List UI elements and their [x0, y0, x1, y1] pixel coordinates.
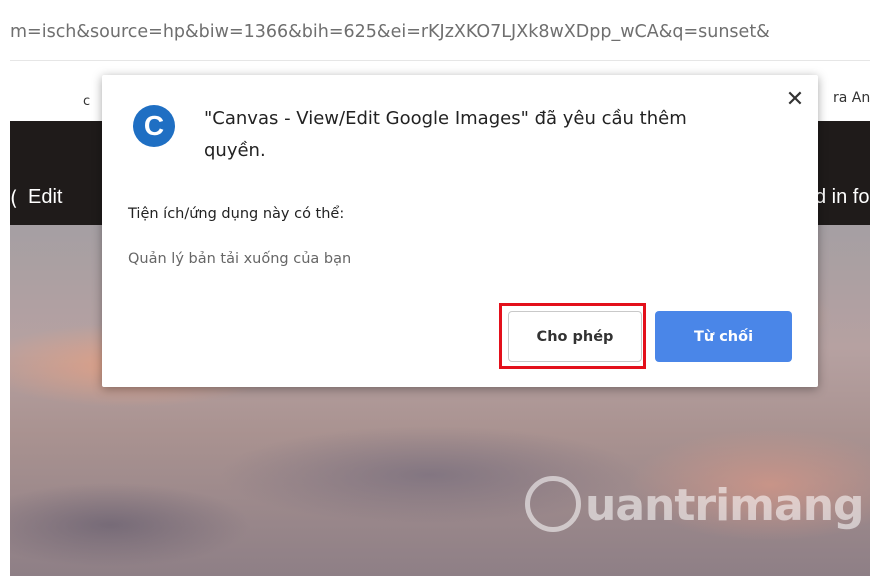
bookmark-item-left[interactable]: c [83, 94, 90, 109]
address-bar[interactable]: m=isch&source=hp&biw=1366&bih=625&ei=rKJ… [10, 10, 870, 61]
close-icon[interactable]: ✕ [782, 87, 808, 113]
permission-item: Quản lý bản tải xuống của bạn [128, 251, 352, 267]
watermark-text: uantrimang [585, 480, 865, 531]
edit-menu[interactable]: Edit [28, 186, 62, 209]
bookmark-item-right[interactable]: ra And... [833, 90, 870, 106]
watermark: uantrimang [525, 476, 865, 560]
toolbar-right-label[interactable]: d in fo [815, 186, 869, 209]
canvas-app-icon: C [133, 105, 175, 147]
allow-button[interactable]: Cho phép [508, 311, 642, 362]
lightbulb-logo-icon [525, 476, 581, 532]
deny-button[interactable]: Từ chối [655, 311, 792, 362]
dialog-title: "Canvas - View/Edit Google Images" đã yê… [204, 108, 687, 161]
toolbar-left-mark: ( [10, 186, 18, 210]
url-text[interactable]: m=isch&source=hp&biw=1366&bih=625&ei=rKJ… [10, 22, 770, 42]
browser-window: m=isch&source=hp&biw=1366&bih=625&ei=rKJ… [10, 10, 870, 576]
permission-dialog: C "Canvas - View/Edit Google Images" đã … [102, 75, 818, 387]
permissions-heading: Tiện ích/ứng dụng này có thể: [128, 206, 345, 222]
